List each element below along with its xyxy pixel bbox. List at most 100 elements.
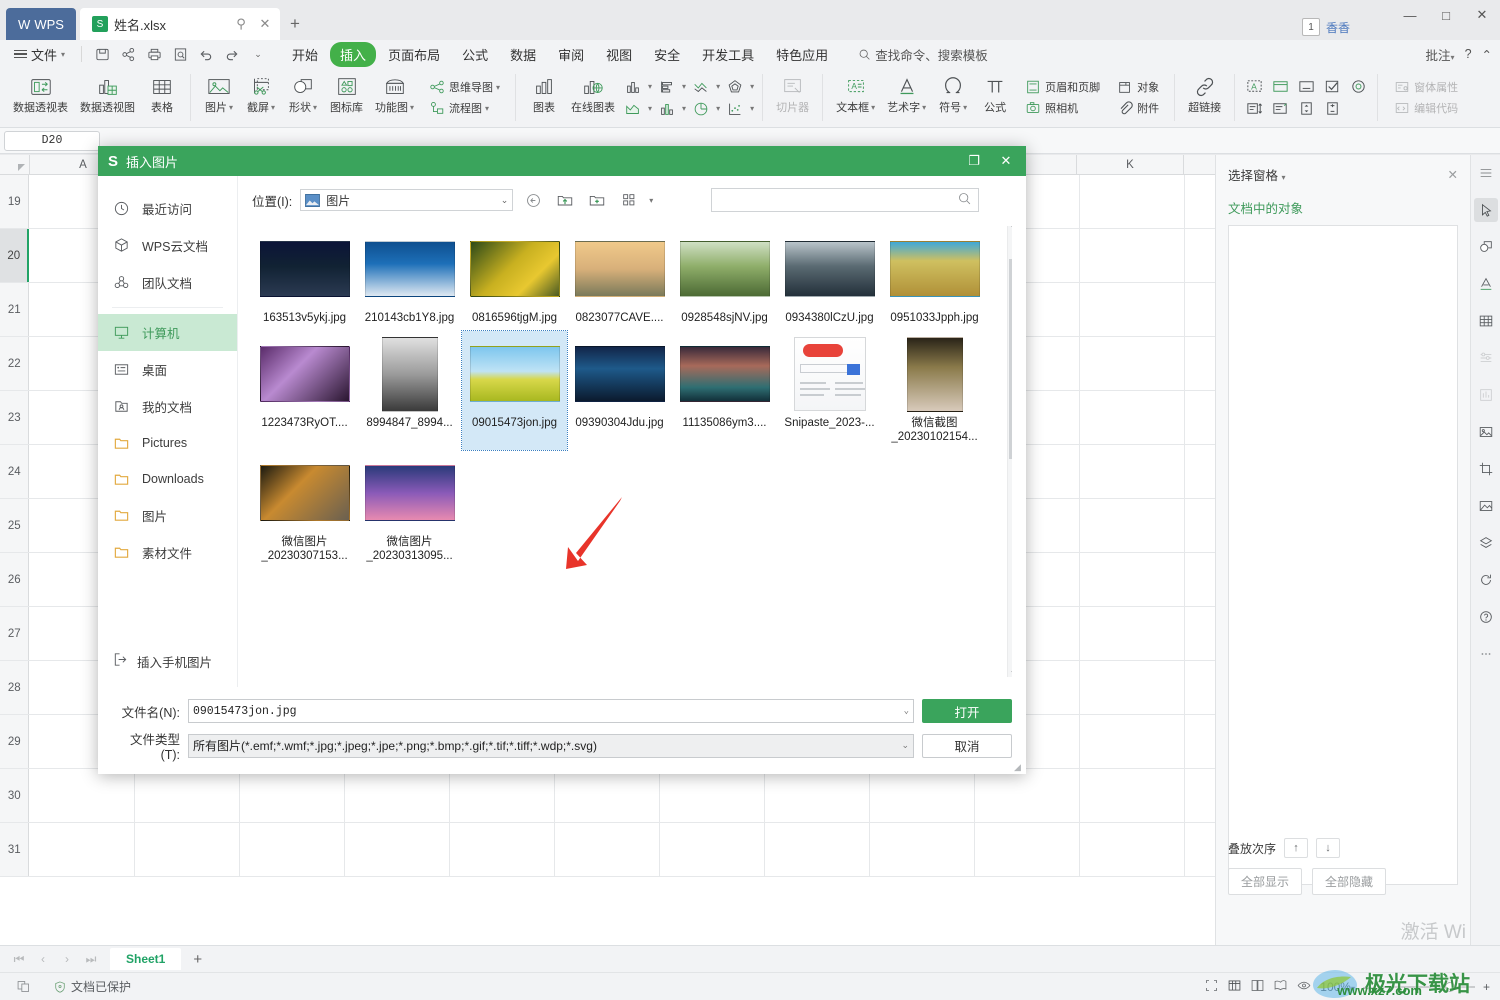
file-item[interactable]: 8994847_8994... <box>357 331 462 450</box>
ribbon-btn-symbol[interactable]: 符号 ▾ <box>933 70 973 125</box>
command-search[interactable]: 查找命令、搜索模板 <box>858 45 988 64</box>
cursor-select-icon[interactable] <box>1473 198 1498 222</box>
grid-cell[interactable] <box>29 769 135 822</box>
grid-cell[interactable] <box>1080 229 1185 282</box>
tab-开发工具[interactable]: 开发工具 <box>692 42 764 67</box>
file-item-selected[interactable]: 09015473jon.jpg <box>461 330 568 451</box>
ribbon-btn-formula[interactable]: 公式 <box>975 70 1015 125</box>
nav-item-desktop[interactable]: 桌面 <box>98 351 237 388</box>
tab-count-badge[interactable]: 1 <box>1301 18 1320 36</box>
tab-数据[interactable]: 数据 <box>500 42 546 67</box>
arrow-up-icon[interactable]: ↑ <box>1284 838 1309 858</box>
hide-all-button[interactable]: 全部隐藏 <box>1312 868 1387 895</box>
last-sheet-button[interactable]: ⏭ <box>80 952 102 967</box>
file-list-area[interactable]: 163513v5ykj.jpg 210143cb1Y8.jpg 0816596tjg… <box>252 226 1012 677</box>
row-header[interactable]: 19 <box>0 175 30 228</box>
collapse-ribbon-icon[interactable]: ⌃ <box>1482 47 1492 62</box>
document-tab[interactable]: S 姓名.xlsx ⚲ ✕ <box>80 8 280 40</box>
grid-cell[interactable] <box>345 823 450 876</box>
nav-item-computer[interactable]: 计算机 <box>98 314 237 351</box>
bar-chart-icon[interactable] <box>656 77 678 97</box>
page-layout-icon[interactable] <box>10 979 37 994</box>
picture-icon[interactable] <box>1474 420 1498 444</box>
share-icon[interactable] <box>116 43 140 65</box>
tab-开始[interactable]: 开始 <box>282 42 328 67</box>
ribbon-btn-pivot-table[interactable]: 数据透视表 <box>8 70 73 125</box>
file-item[interactable]: 微信图片 _20230313095... <box>357 450 462 569</box>
nav-item-materials[interactable]: 素材文件 <box>98 534 237 571</box>
scatter-chart-icon[interactable] <box>724 99 746 119</box>
window-close-button[interactable]: ✕ <box>1464 0 1500 30</box>
new-folder-icon[interactable] <box>585 189 609 211</box>
radar-chart-icon[interactable] <box>724 77 746 97</box>
refresh-icon[interactable] <box>1474 568 1498 592</box>
scrollbar-thumb[interactable] <box>1009 259 1012 459</box>
file-item[interactable]: 微信截图 _20230102154... <box>882 331 987 450</box>
row-header[interactable]: 27 <box>0 607 30 660</box>
sheet-tab-sheet1[interactable]: Sheet1 <box>110 948 182 970</box>
grid-cell[interactable] <box>1080 445 1185 498</box>
dialog-search-input[interactable] <box>711 188 980 212</box>
row-header[interactable]: 29 <box>0 715 30 768</box>
row-header[interactable]: 22 <box>0 337 30 390</box>
chevron-down-icon[interactable]: ▾ <box>649 196 653 205</box>
textfield-control-icon[interactable] <box>1295 77 1317 97</box>
grid-cell[interactable] <box>135 769 240 822</box>
grid-cell[interactable] <box>1080 499 1185 552</box>
dialog-close-button[interactable]: ✕ <box>990 146 1022 176</box>
ribbon-btn-form-properties[interactable]: 窗体属性 <box>1390 77 1461 97</box>
ribbon-btn-flowchart[interactable]: 流程图 ▾ <box>425 98 503 118</box>
file-item[interactable]: 0928548sjNV.jpg <box>672 226 777 331</box>
close-icon[interactable]: ✕ <box>1448 167 1458 182</box>
file-menu-button[interactable]: 文件 ▾ <box>6 45 73 64</box>
print-preview-icon[interactable] <box>168 43 192 65</box>
nav-item-recent[interactable]: 最近访问 <box>98 190 237 227</box>
row-header[interactable]: 24 <box>0 445 30 498</box>
grid-cell[interactable] <box>765 823 870 876</box>
normal-view-icon[interactable] <box>1227 978 1242 996</box>
redo-icon[interactable] <box>220 43 244 65</box>
save-icon[interactable] <box>90 43 114 65</box>
scrollbar-control-icon[interactable] <box>1295 99 1317 119</box>
filename-input[interactable]: 09015473jon.jpg ⌄ <box>188 699 914 723</box>
ribbon-btn-mindmap[interactable]: 思维导图 ▾ <box>425 77 503 97</box>
menu-icon[interactable] <box>1474 161 1498 185</box>
nav-item-team-docs[interactable]: 团队文档 <box>98 264 237 301</box>
label-control-icon[interactable]: A <box>1243 77 1265 97</box>
more-icon[interactable] <box>1474 642 1498 666</box>
grid-cell[interactable] <box>29 823 135 876</box>
selection-pane-object-list[interactable] <box>1228 225 1458 885</box>
help-icon[interactable] <box>1474 605 1498 629</box>
tab-插入[interactable]: 插入 <box>330 41 377 67</box>
file-item[interactable]: 0823077CAVE.... <box>567 226 672 331</box>
row-header[interactable]: 30 <box>0 769 30 822</box>
new-tab-button[interactable]: + <box>280 8 310 40</box>
checkbox-control-icon[interactable] <box>1321 77 1343 97</box>
row-header[interactable]: 20 <box>0 229 30 282</box>
zoom-in-button[interactable]: + <box>1483 980 1490 994</box>
radio-control-icon[interactable] <box>1347 77 1369 97</box>
file-item[interactable]: 163513v5ykj.jpg <box>252 226 357 331</box>
ribbon-btn-pivot-chart[interactable]: 数据透视图 <box>75 70 140 125</box>
column-chart-icon[interactable] <box>622 77 644 97</box>
row-header[interactable]: 21 <box>0 283 30 336</box>
ribbon-btn-chart[interactable]: 图表 <box>524 70 564 125</box>
grid-cell[interactable] <box>660 823 765 876</box>
file-item[interactable]: 210143cb1Y8.jpg <box>357 226 462 331</box>
crop-icon[interactable] <box>1474 457 1498 481</box>
nav-item-downloads[interactable]: Downloads <box>98 461 237 497</box>
tab-页面布局[interactable]: 页面布局 <box>378 42 450 67</box>
select-all-corner[interactable] <box>0 155 30 174</box>
image-effects-icon[interactable] <box>1474 494 1498 518</box>
grid-cell[interactable] <box>1080 283 1185 336</box>
name-box[interactable]: D20 <box>4 130 100 151</box>
open-button[interactable]: 打开 <box>922 699 1012 723</box>
grid-cell[interactable] <box>135 823 240 876</box>
page-break-icon[interactable] <box>1250 978 1265 996</box>
customize-toolbar-icon[interactable]: ⌄ <box>246 43 270 65</box>
chart-style-icon[interactable] <box>1474 383 1498 407</box>
grid-cell[interactable] <box>870 769 975 822</box>
comment-button[interactable]: 批注▾ <box>1426 45 1455 64</box>
ribbon-btn-online-chart[interactable]: 在线图表 <box>566 70 620 125</box>
grid-cell[interactable] <box>975 769 1080 822</box>
